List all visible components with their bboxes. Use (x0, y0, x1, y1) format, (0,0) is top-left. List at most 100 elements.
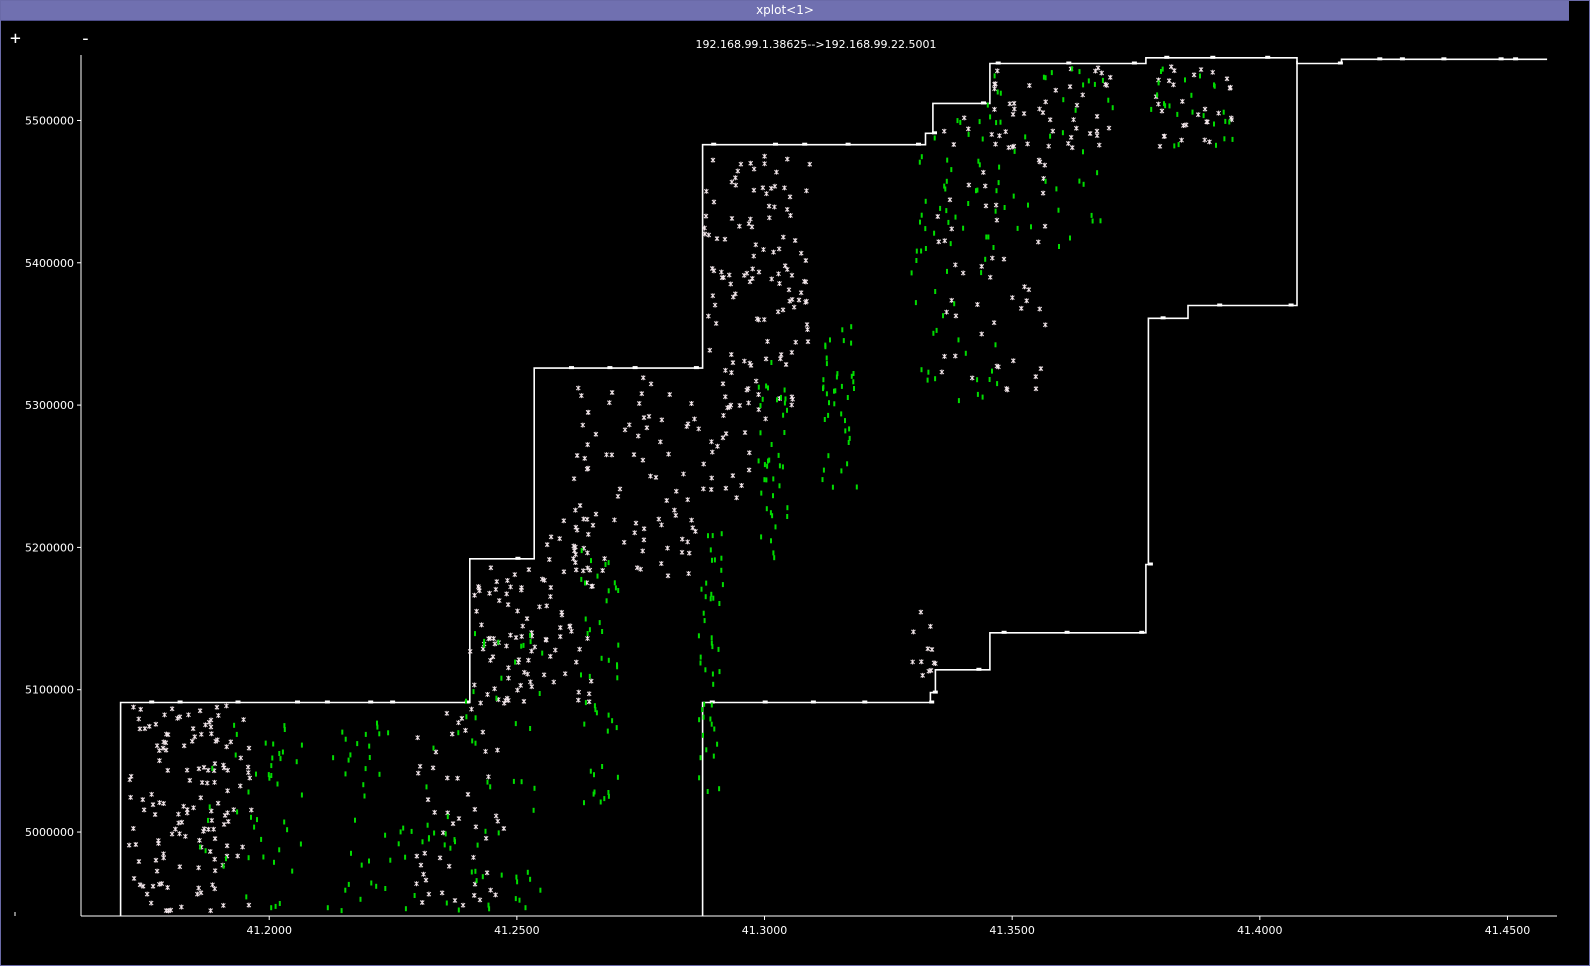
sack-mark (541, 650, 544, 656)
sack-mark (978, 119, 981, 125)
retransmit-point (473, 824, 479, 830)
retransmit-point (713, 320, 719, 326)
retransmit-point (471, 682, 477, 688)
retransmit-point (581, 516, 587, 522)
sack-mark (207, 817, 209, 823)
sack-mark (840, 411, 843, 417)
retransmit-point (928, 623, 933, 629)
retransmit-point (586, 691, 592, 697)
retransmit-point (807, 161, 813, 167)
retransmit-point (659, 522, 664, 528)
retransmit-point (1067, 84, 1073, 90)
sack-mark (600, 655, 603, 661)
retransmit-point (192, 734, 198, 740)
retransmit-point (1094, 133, 1100, 139)
sack-mark (920, 212, 923, 218)
retransmit-point (1224, 76, 1230, 82)
sack-mark (590, 558, 592, 564)
retransmit-point (483, 835, 489, 841)
sack-mark (986, 102, 989, 108)
plot-area[interactable]: 192.168.99.1.38625-->192.168.99.22.5001 … (1, 21, 1569, 965)
retransmit-point (477, 588, 482, 594)
sack-mark (835, 374, 838, 380)
sack-mark (264, 740, 267, 746)
sack-mark (712, 595, 715, 601)
retransmit-point (449, 731, 455, 737)
sack-mark (1228, 119, 1231, 125)
sack-mark (475, 878, 478, 884)
sack-mark (1049, 133, 1052, 139)
retransmit-point (763, 356, 769, 362)
sack-mark (915, 258, 918, 263)
retransmit-point (588, 678, 594, 684)
sack-mark (1157, 80, 1160, 86)
retransmit-point (191, 805, 196, 811)
retransmit-point (644, 425, 650, 431)
retransmit-point (684, 423, 690, 429)
segment-tick (1288, 303, 1294, 307)
sack-mark (368, 755, 371, 760)
sack-mark (846, 461, 849, 467)
sack-mark (476, 842, 479, 848)
sack-mark (910, 270, 913, 276)
retransmit-point (804, 188, 809, 194)
retransmit-point (541, 672, 547, 678)
retransmit-point (161, 801, 166, 807)
segment-tick (845, 142, 851, 146)
retransmit-point (715, 443, 720, 449)
retransmit-point (658, 561, 664, 567)
sack-mark (967, 131, 970, 137)
retransmit-point (590, 522, 596, 528)
sack-mark (786, 505, 789, 511)
sack-mark (255, 771, 257, 777)
sack-mark (486, 779, 489, 785)
retransmit-point (478, 700, 483, 706)
sack-mark (601, 764, 604, 769)
sack-mark (270, 773, 273, 778)
sack-mark (584, 616, 587, 622)
retransmit-point (790, 396, 796, 402)
axes: 5000000 5100000 5200000 5300000 5400000 55000… (14, 55, 1557, 937)
retransmit-point (1011, 106, 1017, 112)
retransmit-point (460, 902, 466, 908)
segment-tick (1164, 55, 1170, 59)
sack-mark (995, 188, 998, 194)
retransmit-point (953, 313, 959, 319)
retransmit-point (730, 473, 736, 479)
sack-mark (474, 715, 477, 721)
sack-mark (984, 256, 987, 262)
retransmit-point (918, 609, 924, 615)
retransmit-point (689, 517, 694, 523)
sack-mark (1003, 205, 1006, 210)
sack-mark (593, 703, 596, 709)
x-tick-label: 41.3500 (989, 924, 1035, 937)
retransmit-point (803, 258, 809, 264)
retransmit-point (975, 301, 980, 307)
sack-mark (1191, 109, 1194, 115)
retransmit-point (512, 572, 518, 578)
retransmit-point (640, 457, 646, 463)
sack-mark (247, 789, 250, 795)
retransmit-point (706, 313, 711, 319)
segment-tick (1210, 55, 1216, 59)
sack-mark (326, 905, 329, 911)
sack-mark (842, 338, 845, 344)
title-bar[interactable]: xplot<1> (1, 1, 1569, 21)
retransmit-point (782, 185, 787, 191)
sack-mark (614, 585, 617, 591)
sack-mark (702, 732, 704, 738)
sack-mark (933, 230, 936, 236)
segment-tick (1066, 61, 1072, 65)
sack-mark (939, 205, 942, 211)
sack-mark (273, 859, 275, 865)
retransmit-point (992, 106, 997, 112)
segment-tick (149, 700, 155, 704)
sack-mark (607, 712, 610, 718)
retransmit-point (585, 409, 591, 415)
sack-mark (710, 702, 713, 708)
segment-tick (762, 700, 768, 704)
retransmit-point (766, 215, 772, 221)
retransmit-point (521, 698, 527, 704)
retransmit-point (154, 868, 160, 874)
sack-mark (529, 639, 532, 645)
